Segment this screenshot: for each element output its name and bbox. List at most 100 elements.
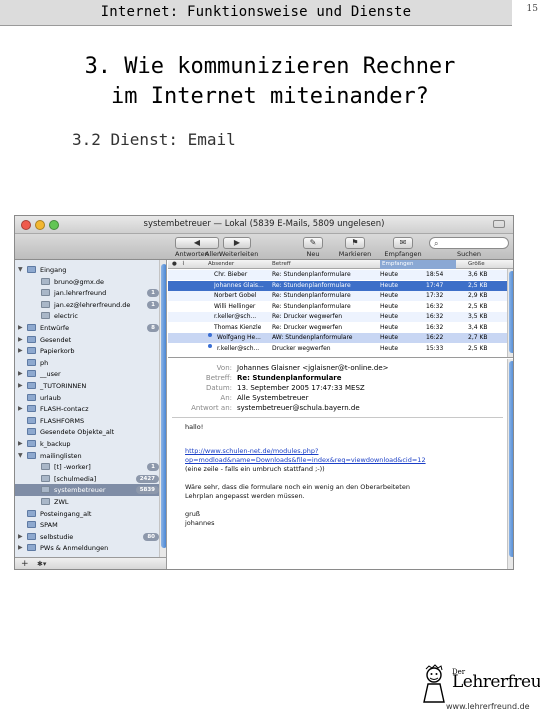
add-mailbox-button[interactable]: + bbox=[21, 558, 29, 569]
preview-scrollbar[interactable] bbox=[507, 359, 513, 569]
sidebar-item[interactable]: Gesendete Objekte_alt bbox=[15, 426, 159, 438]
sidebar-item[interactable]: systembetreuer 5839 bbox=[15, 484, 159, 497]
sidebar-item[interactable]: electric bbox=[15, 310, 159, 322]
disclosure-closed-icon[interactable]: ▶ bbox=[18, 345, 23, 357]
message-row[interactable]: Norbert Gobel Re: Stundenplanformulare Heu… bbox=[168, 291, 507, 301]
get-mail-button[interactable]: ✉ bbox=[393, 237, 413, 249]
disclosure-open-icon[interactable]: ▼ bbox=[18, 264, 23, 276]
message-row[interactable]: r.keller@sch... Re: Drucker wegwerfen Heut… bbox=[168, 312, 507, 322]
sidebar-scrollbar[interactable] bbox=[159, 260, 166, 557]
unread-dot-icon bbox=[208, 333, 212, 337]
disclosure-closed-icon[interactable]: ▶ bbox=[18, 334, 23, 346]
message-date: Heute bbox=[380, 313, 399, 320]
search-input[interactable]: ⌕ bbox=[429, 237, 509, 249]
sidebar-item-label: ZWL bbox=[54, 498, 69, 506]
sidebar-item[interactable]: ▶ Entwürfe 8 bbox=[15, 322, 159, 334]
sidebar-item[interactable]: jan.lehrerfreund 1 bbox=[15, 287, 159, 299]
message-time: 18:54 bbox=[426, 271, 444, 278]
sidebar-item[interactable]: ▶ _TUTORINNEN bbox=[15, 380, 159, 392]
message-row[interactable]: Chr. Bieber Re: Stundenplanformulare Heute… bbox=[168, 270, 507, 280]
reply-to-label: Antwort an: bbox=[191, 404, 232, 412]
toolbar-toggle-icon[interactable] bbox=[493, 220, 505, 228]
message-date: Heute bbox=[380, 334, 399, 341]
sidebar-item-label: bruno@gmx.de bbox=[54, 277, 105, 286]
forward-button[interactable]: ▶ bbox=[223, 237, 251, 249]
mailbox-icon bbox=[41, 300, 50, 308]
message-row[interactable]: Wolfgang He... AW: Stundenplanformulare He… bbox=[168, 333, 507, 343]
sidebar-item[interactable]: [t] -worker] 1 bbox=[15, 461, 159, 473]
new-message-label: Neu bbox=[306, 250, 320, 258]
sidebar-item[interactable]: ▶ FLASH-contacz bbox=[15, 403, 159, 415]
folder-icon bbox=[27, 440, 36, 447]
folder-icon bbox=[27, 347, 36, 355]
sidebar-item[interactable]: ZWL bbox=[15, 496, 159, 508]
new-message-button[interactable]: ✎ bbox=[303, 237, 323, 249]
attachment-column-icon[interactable]: ⌇ bbox=[182, 260, 185, 269]
message-time: 16:32 bbox=[426, 323, 444, 331]
sidebar-item-label: jan.lehrerfreund bbox=[54, 289, 107, 298]
message-row[interactable]: r.keller@sch... Drucker wegwerfen Heute 15:… bbox=[168, 343, 507, 354]
body-line: (eine zeile - falls ein umbruch stattfan… bbox=[185, 465, 325, 473]
disclosure-closed-icon[interactable]: ▶ bbox=[18, 322, 23, 334]
disclosure-open-icon[interactable]: ▼ bbox=[18, 450, 23, 462]
disclosure-closed-icon[interactable]: ▶ bbox=[18, 531, 23, 543]
message-time: 16:32 bbox=[426, 302, 444, 310]
column-size[interactable]: Größe bbox=[468, 260, 485, 269]
sidebar-item[interactable]: ▶ PWs & Anmeldungen bbox=[15, 542, 159, 554]
sidebar-item-label: Gesendete Objekte_alt bbox=[40, 428, 115, 437]
message-list-scroll-thumb[interactable] bbox=[509, 271, 513, 353]
logo-url[interactable]: www.lehrerfreund.de bbox=[446, 702, 530, 711]
message-row[interactable]: Johannes Glais... Re: Stundenplanformular… bbox=[168, 280, 507, 291]
folder-icon bbox=[27, 335, 36, 343]
reply-to-value[interactable]: systembetreuer@schula.bayern.de bbox=[237, 403, 360, 413]
message-row[interactable]: Thomas Kienzle Re: Drucker wegwerfen Heute… bbox=[168, 323, 507, 333]
message-time: 15:33 bbox=[426, 344, 444, 352]
column-received[interactable]: Empfangen bbox=[380, 260, 456, 269]
sidebar-item[interactable]: Posteingang_alt bbox=[15, 508, 159, 520]
body-link[interactable]: op=modload&name=Downloads&file=index&req… bbox=[185, 456, 426, 465]
sidebar-item[interactable]: bruno@gmx.de bbox=[15, 276, 159, 288]
mailbox-icon bbox=[41, 498, 50, 505]
disclosure-closed-icon[interactable]: ▶ bbox=[18, 403, 23, 415]
sidebar-item[interactable]: urlaub bbox=[15, 392, 159, 404]
message-time: 17:32 bbox=[426, 292, 444, 299]
body-link[interactable]: http://www.schulen-net.de/modules.php? bbox=[185, 447, 318, 456]
sidebar-item[interactable]: FLASHFORMS bbox=[15, 415, 159, 427]
sidebar-item[interactable]: ▶ Gesendet bbox=[15, 334, 159, 346]
message-row[interactable]: Willi Hellinger Re: Stundenplanformulare H… bbox=[168, 302, 507, 312]
preview-scroll-thumb[interactable] bbox=[509, 361, 513, 557]
sidebar-item[interactable]: ▶ selbstudie 80 bbox=[15, 531, 159, 543]
sidebar-item[interactable]: ▼ Eingang bbox=[15, 264, 159, 276]
slide-title-line-2: im Internet miteinander? bbox=[111, 84, 429, 109]
sidebar-item[interactable]: [schulmedia] 2427 bbox=[15, 473, 159, 485]
sidebar-item[interactable]: ▶ Papierkorb bbox=[15, 345, 159, 357]
to-value[interactable]: Alle Systembetreuer bbox=[237, 393, 308, 403]
disclosure-closed-icon[interactable]: ▶ bbox=[18, 542, 23, 554]
mark-button[interactable]: ⚑ bbox=[345, 237, 365, 249]
sidebar-item[interactable]: ▶ k_backup bbox=[15, 438, 159, 450]
sidebar-item[interactable]: ph bbox=[15, 357, 159, 369]
message-subject: Re: Stundenplanformulare bbox=[272, 271, 351, 278]
message-list-scrollbar[interactable] bbox=[507, 269, 513, 357]
folder-icon bbox=[27, 451, 36, 459]
from-value[interactable]: Johannes Glaisner <jglaisner@t-online.de… bbox=[237, 363, 389, 373]
search-label: Suchen bbox=[456, 250, 482, 258]
column-sender[interactable]: Absender bbox=[208, 260, 234, 269]
window-title: systembetreuer — Lokal (5839 E-Mails, 58… bbox=[143, 219, 385, 229]
sidebar-item[interactable]: SPAM bbox=[15, 519, 159, 531]
message-from: Chr. Bieber bbox=[214, 271, 248, 278]
column-subject[interactable]: Betreff bbox=[272, 260, 291, 269]
sidebar-scroll-thumb[interactable] bbox=[161, 264, 166, 548]
gear-icon[interactable]: ✱▾ bbox=[37, 558, 46, 569]
message-subject: Re: Stundenplanformulare bbox=[272, 281, 351, 289]
window-titlebar[interactable]: systembetreuer — Lokal (5839 E-Mails, 58… bbox=[15, 216, 513, 234]
status-column-icon[interactable]: ● bbox=[172, 260, 177, 269]
folder-icon bbox=[27, 428, 36, 436]
sidebar-item[interactable]: ▼ mailinglisten bbox=[15, 450, 159, 462]
reply-button[interactable]: ◀ bbox=[175, 237, 219, 249]
disclosure-closed-icon[interactable]: ▶ bbox=[18, 438, 23, 450]
disclosure-closed-icon[interactable]: ▶ bbox=[18, 368, 23, 380]
sidebar-item[interactable]: jan.ez@lehrerfreund.de 1 bbox=[15, 299, 159, 311]
disclosure-closed-icon[interactable]: ▶ bbox=[18, 380, 23, 392]
sidebar-item[interactable]: ▶ __user bbox=[15, 368, 159, 380]
